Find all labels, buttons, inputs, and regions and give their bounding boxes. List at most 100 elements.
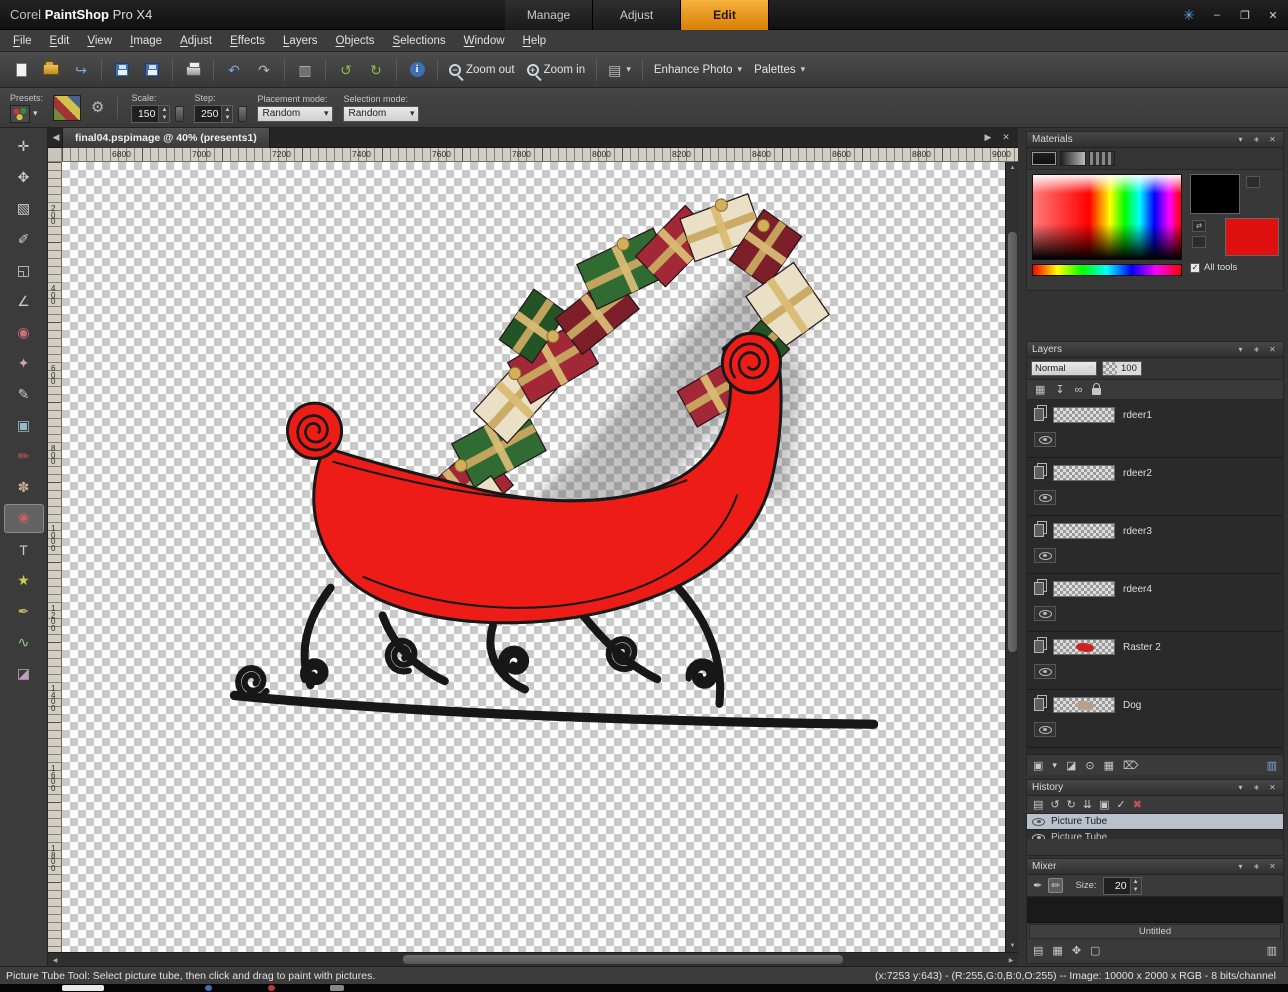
visibility-icon[interactable]: ⊙ [1085,759,1094,772]
mixer-open-icon[interactable]: ▦ [1052,944,1062,957]
background-color-swatch[interactable] [1225,218,1279,256]
step-spinbox[interactable]: 250 ▲ ▼ [194,104,234,123]
tab-scroll-right-icon[interactable]: ▶ [980,130,996,146]
save-as-button[interactable] [139,57,165,83]
panel-pin-icon[interactable]: ∗ [1251,862,1262,871]
panel-menu-icon[interactable]: ▾ [1235,135,1246,144]
picture-tube-tool[interactable]: ❀ [3,504,44,533]
history-undo-icon[interactable]: ↺ [1050,798,1059,811]
hue-strip[interactable] [1032,264,1182,276]
menu-image[interactable]: Image [121,32,171,50]
delete-layer-icon[interactable]: ⌦ [1123,759,1139,772]
red-eye-tool[interactable]: ◉ [4,318,44,347]
mixer-size-up-icon[interactable]: ▲ [1130,877,1141,886]
menu-selections[interactable]: Selections [384,32,455,50]
history-redo-icon[interactable]: ↻ [1067,798,1076,811]
materials-tab-frame[interactable] [1031,151,1057,166]
taskbar-item[interactable] [268,985,275,991]
panel-pin-icon[interactable]: ∗ [1251,345,1262,354]
layer-row-rdeer1[interactable]: rdeer1 [1027,400,1283,458]
panel-close-icon[interactable]: ✕ [1267,345,1278,354]
document-close-icon[interactable]: ✕ [998,130,1014,146]
layer-visibility-toggle[interactable] [1034,722,1056,737]
dropdown-arrow-icon[interactable]: ▾ [33,108,38,119]
selection-mode-select[interactable]: Random ▾ [343,105,420,122]
horizontal-scroll-thumb[interactable] [403,955,843,964]
new-mask-icon[interactable]: ◪ [1066,759,1076,772]
menu-effects[interactable]: Effects [221,32,274,50]
preset-shapes-tool[interactable]: ★ [4,566,44,595]
workspace-tab-manage[interactable]: Manage [505,0,593,30]
move-tool[interactable]: ✥ [4,163,44,192]
warp-brush-tool[interactable]: ∿ [4,628,44,657]
workspace-tab-edit[interactable]: Edit [681,0,769,30]
materials-panel-titlebar[interactable]: Materials ▾ ∗ ✕ [1027,132,1283,148]
tab-scroll-left-icon[interactable]: ◀ [48,130,64,146]
mixer-size-spinbox[interactable]: 20 ▲ ▼ [1102,876,1142,895]
history-panel-titlebar[interactable]: History ▾ ∗ ✕ [1027,780,1283,796]
duplicate-layer-icon[interactable]: ▦ [1104,759,1114,772]
blend-mode-select[interactable]: Normal ▾ [1031,361,1097,376]
step-slider-knob[interactable] [238,105,248,122]
link-layers-icon[interactable]: ∞ [1075,384,1083,396]
restore-button[interactable]: ❐ [1234,6,1256,24]
scale-down-icon[interactable]: ▼ [159,113,170,122]
redo-button[interactable]: ↷ [251,57,277,83]
vertical-scroll-thumb[interactable] [1008,232,1017,652]
step-down-icon[interactable]: ▼ [222,113,233,122]
swap-colors-button[interactable]: ⇄ [1192,220,1206,232]
layer-row-rdeer3[interactable]: rdeer3 [1027,516,1283,574]
placement-mode-select[interactable]: Random ▾ [257,105,334,122]
layer-visibility-toggle[interactable] [1034,548,1056,563]
new-layer-icon[interactable]: ▣ [1033,759,1043,772]
picture-tube-preset-icon[interactable] [10,104,30,123]
scroll-right-icon[interactable]: ▶ [1004,953,1018,967]
airbrush-tool[interactable]: ✽ [4,473,44,502]
history-check-icon[interactable]: ✓ [1116,798,1125,811]
mixer-brush-icon[interactable]: ✏ [1048,878,1064,893]
new-image-button[interactable] [8,57,34,83]
scale-slider-knob[interactable] [175,105,185,122]
edit-selection-icon[interactable]: ▦ [1035,383,1045,396]
menu-help[interactable]: Help [514,32,556,50]
layer-panel-extra-icon[interactable]: ▥ [1267,759,1277,772]
tube-preview-thumbnail[interactable] [53,94,82,121]
text-tool[interactable]: T [4,535,44,564]
panel-close-icon[interactable]: ✕ [1267,862,1278,871]
dropper-tool[interactable]: ✐ [4,225,44,254]
layer-visibility-toggle[interactable] [1034,490,1056,505]
layer-visibility-toggle[interactable] [1034,606,1056,621]
mixer-knife-icon[interactable]: ✒ [1033,879,1042,892]
palettes-button[interactable]: Palettes ▾ [750,57,809,83]
export-button[interactable]: ↪ [68,57,94,83]
canvas[interactable] [62,162,1005,952]
enhance-photo-button[interactable]: Enhance Photo ▾ [650,57,746,83]
pan-tool[interactable]: ✛ [4,132,44,161]
menu-view[interactable]: View [78,32,121,50]
panel-close-icon[interactable]: ✕ [1267,135,1278,144]
panel-menu-icon[interactable]: ▾ [1235,345,1246,354]
undo-button[interactable]: ↶ [221,57,247,83]
scale-up-icon[interactable]: ▲ [159,105,170,114]
lock-transparency-icon[interactable] [1092,383,1102,395]
step-up-icon[interactable]: ▲ [222,105,233,114]
pen-tool[interactable]: ✒ [4,597,44,626]
materials-tab-swatches[interactable] [1089,151,1115,166]
zoom-out-button[interactable]: − Zoom out [445,57,519,83]
object-extractor-tool[interactable]: ▣ [4,411,44,440]
menu-adjust[interactable]: Adjust [171,32,221,50]
history-item-1[interactable]: Picture Tube [1027,830,1283,839]
history-clear-icon[interactable]: ✖ [1133,798,1142,811]
layer-visibility-toggle[interactable] [1034,664,1056,679]
mixer-size-down-icon[interactable]: ▼ [1130,885,1141,894]
highlight-layer-icon[interactable]: ↧ [1055,383,1064,396]
history-pages-icon[interactable]: ▤ [1033,798,1043,811]
close-button[interactable]: ✕ [1262,6,1284,24]
taskbar-item[interactable] [330,985,344,991]
history-save-icon[interactable]: ▣ [1099,798,1109,811]
makeover-tool[interactable]: ✦ [4,349,44,378]
minimize-button[interactable]: – [1206,6,1228,24]
dropdown-arrow-icon[interactable]: ▾ [1052,760,1057,771]
crop-tool[interactable]: ◱ [4,256,44,285]
workspace-switch-icon[interactable]: ✳ [1178,6,1200,24]
